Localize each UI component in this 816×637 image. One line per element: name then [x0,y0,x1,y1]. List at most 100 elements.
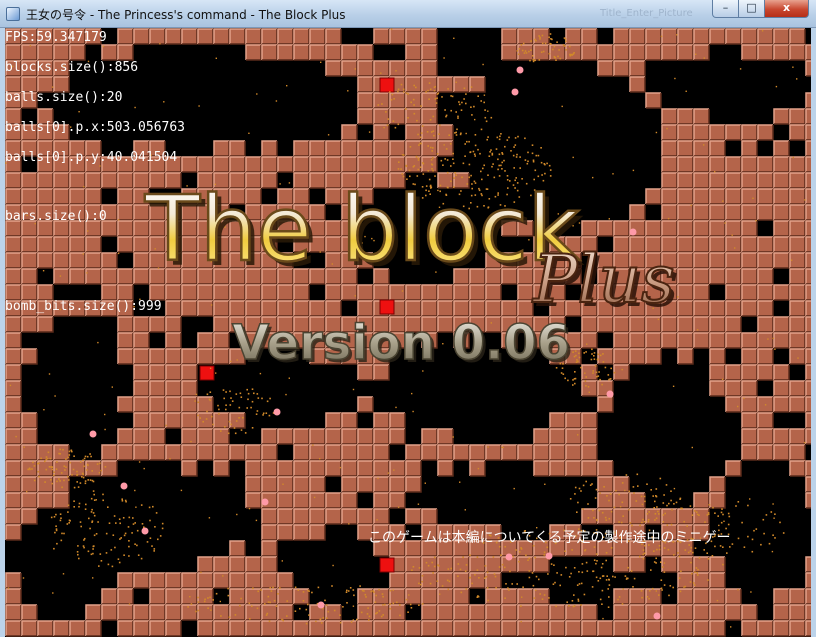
bomb-bit [488,155,491,157]
bomb-bit [100,469,102,472]
bomb-bit [346,589,348,592]
bomb-bit [194,400,196,402]
brick [118,397,133,412]
minimize-button[interactable]: – [712,0,739,18]
brick [326,253,341,268]
brick [230,541,245,556]
brick [134,189,149,204]
brick [774,157,789,172]
maximize-button[interactable]: □ [738,0,765,18]
bomb-bit [98,471,101,474]
brick [86,461,101,476]
bomb-bit [524,50,527,52]
bomb-bit [212,599,214,601]
brick [118,173,133,188]
bomb-bit [225,404,227,406]
brick [166,365,181,380]
bomb-bit [538,59,541,61]
brick [150,173,165,188]
brick [38,173,53,188]
bomb-bit [716,599,719,602]
bomb-bit [76,551,79,553]
bomb-bit [485,576,488,578]
brick [390,141,405,156]
brick [262,445,277,460]
brick [150,221,165,236]
bomb-bit [563,37,566,39]
bomb-bit [531,55,534,57]
bomb-bit [210,609,212,611]
brick [614,253,629,268]
bomb-bit [427,564,430,567]
bomb-bit [69,520,71,522]
brick [406,29,421,44]
close-button[interactable]: x [764,0,809,18]
window-titlebar[interactable]: 王女の号令 - The Princess's command - The Blo… [0,0,816,28]
bomb-bit [521,49,524,52]
brick [6,397,21,412]
brick [646,269,661,284]
bomb-bit [444,158,446,160]
bomb-bit [419,136,422,139]
bomb-bit [775,85,778,88]
bomb-bit [582,484,585,487]
brick [358,429,373,444]
bomb-bit [411,392,413,395]
bomb-bit [495,148,498,150]
bomb-bit [470,202,472,204]
bomb-bit [269,397,271,400]
bomb-bit [559,57,562,60]
bomb-bit [481,178,483,181]
bomb-bit [55,468,58,470]
bomb-bit [117,558,120,560]
brick [118,317,133,332]
bomb-bit [95,499,97,501]
bomb-bit [517,135,519,138]
bomb-bit [549,42,551,45]
bomb-bit [640,495,643,498]
brick [326,45,341,60]
bomb-bit [138,461,141,463]
bomb-bit [574,350,577,352]
brick [150,397,165,412]
brick [726,269,741,284]
brick [742,45,757,60]
bomb-bit [416,175,419,177]
brick [678,45,693,60]
brick [454,605,469,620]
bomb-bit [239,392,242,395]
bomb-bit [159,535,162,537]
bomb-bit [82,476,85,479]
bomb-bit [761,30,764,32]
brick [310,621,325,636]
brick [486,269,501,284]
brick [230,317,245,332]
bomb-bit [90,553,93,556]
brick [774,237,789,252]
brick [406,589,421,604]
bomb-bit [251,388,254,390]
brick [22,237,37,252]
bomb-bit [541,34,544,37]
bomb-bit [429,119,432,121]
brick [278,189,293,204]
bomb-bit [513,167,515,169]
brick [582,29,597,44]
bomb-bit [207,597,209,599]
bomb-bit [528,570,531,572]
bomb-bit [450,109,452,112]
brick [774,589,789,604]
brick [214,301,229,316]
brick [294,237,309,252]
bomb-bit [427,89,429,92]
bomb-bit [285,393,287,396]
bomb-bit [569,498,572,500]
bomb-bit [48,466,51,468]
game-canvas[interactable]: FPS:59.347179 blocks.size():856 balls.si… [5,28,811,637]
bomb-bit [608,584,611,586]
bomb-bit [666,504,668,507]
brick [262,285,277,300]
bomb-bit [82,459,84,462]
brick [102,45,117,60]
bomb-bit [82,545,85,547]
